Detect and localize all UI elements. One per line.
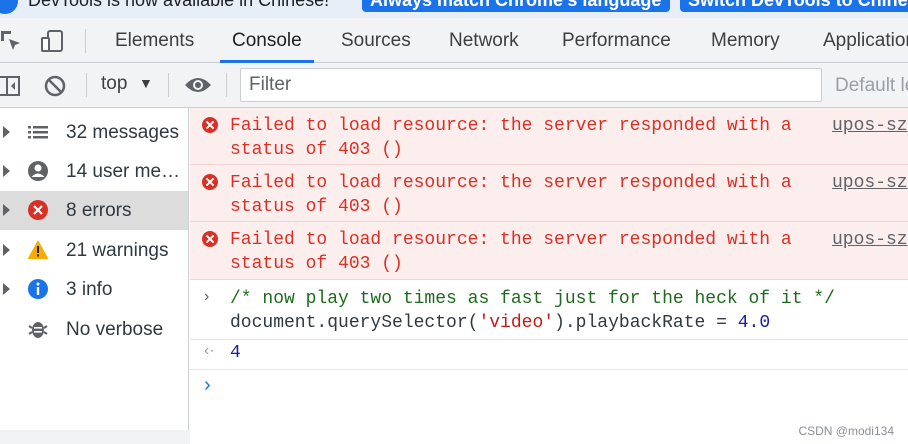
tabbar-divider [85,29,86,53]
sidebar-item-info[interactable]: 3 info [0,270,188,309]
command-text[interactable]: /* now play two times as fast just for t… [230,288,835,335]
error-text: Failed to load resource: the server resp… [230,173,792,217]
filter-input[interactable]: Filter [240,68,822,102]
sidebar-footer [0,430,190,444]
sidebar-item-label: 21 warnings [66,240,169,261]
warning-icon [27,240,49,259]
result-arrow-icon: ‹· [204,342,215,359]
sidebar-item-label: 8 errors [66,200,132,221]
console-error-message: Failed to load resource: the server resp… [190,165,908,222]
error-source-link[interactable]: upos-sz [832,115,908,139]
sidebar-item-label: 3 info [66,279,113,300]
chevron-down-icon: ▼ [139,75,153,91]
error-icon [202,231,218,247]
error-text: Failed to load resource: the server resp… [230,116,792,160]
sidebar-item-label: 14 user messages [66,161,186,182]
console-input-entry: › /* now play two times as fast just for… [190,286,908,338]
console-prompt[interactable]: › [190,370,908,400]
infobar-message: DevTools is now available in Chinese! [28,0,330,10]
toolbar-divider [226,73,227,97]
sidebar-item-label: 32 messages [66,122,180,143]
sidebar-item-user-messages[interactable]: 14 user messages [0,152,188,191]
sidebar-item-errors[interactable]: 8 errors [0,191,188,230]
console-messages: Failed to load resource: the server resp… [190,108,908,444]
tab-performance[interactable]: Performance [562,18,671,63]
console-toolbar: top ▼ Filter Default levels [0,63,908,108]
error-icon [202,174,218,190]
tab-elements[interactable]: Elements [115,18,194,63]
tab-network[interactable]: Network [449,18,519,63]
error-source-link[interactable]: upos-sz [832,229,908,253]
toolbar-divider [86,73,87,97]
sidebar-item-messages[interactable]: 32 messages [0,113,188,152]
match-language-button[interactable]: Always match Chrome's language [362,0,670,12]
sidebar-toggle-icon[interactable] [0,74,22,98]
list-icon [28,126,48,139]
input-prompt-icon: › [204,288,210,305]
toolbar-divider [168,73,169,97]
device-toolbar-icon[interactable] [40,28,66,54]
prompt-chevron-icon: › [204,374,211,396]
error-icon [28,200,48,220]
console-error-message: Failed to load resource: the server resp… [190,108,908,165]
info-icon [0,0,18,14]
log-levels-dropdown[interactable]: Default levels [835,75,908,97]
tab-console[interactable]: Console [220,18,314,63]
inspect-element-icon[interactable] [0,28,24,54]
context-selector[interactable]: top [101,73,127,95]
tab-memory[interactable]: Memory [711,18,780,63]
live-expression-eye-icon[interactable] [184,75,212,95]
info-icon [28,279,48,299]
error-text: Failed to load resource: the server resp… [230,230,792,274]
sidebar-item-warnings[interactable]: 21 warnings [0,231,188,270]
sidebar-item-label: No verbose [66,319,164,340]
switch-language-button[interactable]: Switch DevTools to Chinese [680,0,908,12]
language-infobar: DevTools is now available in Chinese! Al… [0,0,908,18]
expand-arrow-icon [3,126,10,138]
error-source-link[interactable]: upos-sz [832,172,908,196]
expand-arrow-icon [3,204,10,216]
watermark: CSDN @modi134 [798,424,894,438]
expand-arrow-icon [3,283,10,295]
tab-application[interactable]: Application [823,18,908,63]
sidebar-item-verbose[interactable]: No verbose [0,310,188,349]
console-sidebar: 32 messages 14 user messages 8 errors 21… [0,108,189,444]
devtools-tabbar: Elements Console Sources Network Perform… [0,18,908,63]
expand-arrow-icon [3,244,10,256]
error-icon [202,117,218,133]
console-result-entry: ‹· 4 [190,340,908,368]
result-value: 4 [230,343,241,363]
user-icon [28,161,48,181]
console-error-message: Failed to load resource: the server resp… [190,222,908,280]
clear-console-icon[interactable] [43,74,67,98]
bug-icon [28,322,48,338]
tab-sources[interactable]: Sources [341,18,411,63]
expand-arrow-icon [3,165,10,177]
